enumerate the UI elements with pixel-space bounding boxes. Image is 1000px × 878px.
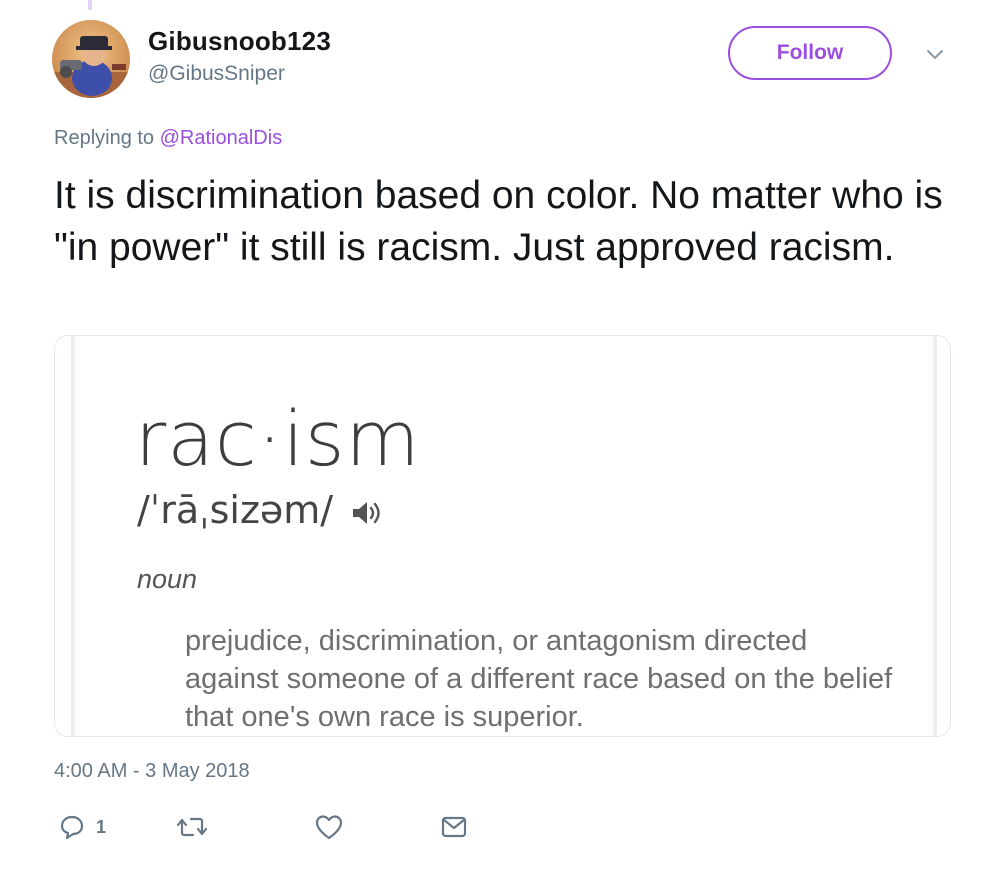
definition-card: rac·ism /ˈrāˌsizəm/ noun prejudice, disc… [71, 336, 937, 736]
heart-icon [315, 815, 343, 840]
media-image[interactable]: rac·ism /ˈrāˌsizəm/ noun prejudice, disc… [54, 335, 951, 737]
speaker-icon [351, 498, 385, 528]
envelope-icon [441, 816, 467, 838]
display-name[interactable]: Gibusnoob123 [148, 26, 331, 57]
retweet-button[interactable] [176, 812, 208, 842]
like-button[interactable] [314, 812, 344, 842]
direct-message-button[interactable] [440, 812, 468, 842]
definition-part-of-speech: noun [137, 564, 198, 594]
reply-mention-link[interactable]: @RationalDis [160, 127, 283, 149]
replying-to: Replying to @RationalDis [54, 127, 282, 150]
tweet-timestamp[interactable]: 4:00 AM - 3 May 2018 [54, 760, 250, 783]
user-handle[interactable]: @GibusSniper [148, 62, 285, 86]
follow-button[interactable]: Follow [728, 26, 892, 80]
definition-pronunciation: /ˈrāˌsizəm/ [137, 488, 334, 532]
reply-icon [60, 815, 84, 840]
reply-count: 1 [96, 816, 107, 837]
tweet-text: It is discrimination based on color. No … [54, 174, 943, 269]
definition-word: rac·ism [135, 394, 421, 483]
thread-line [88, 0, 92, 10]
definition-text: prejudice, discrimination, or antagonism… [185, 625, 893, 733]
tweet-actions: 1 [54, 812, 494, 842]
retweet-icon [176, 817, 208, 837]
avatar[interactable] [52, 20, 130, 98]
replying-prefix: Replying to [54, 127, 160, 149]
chevron-down-icon[interactable] [922, 42, 948, 68]
reply-button[interactable]: 1 [58, 812, 106, 842]
